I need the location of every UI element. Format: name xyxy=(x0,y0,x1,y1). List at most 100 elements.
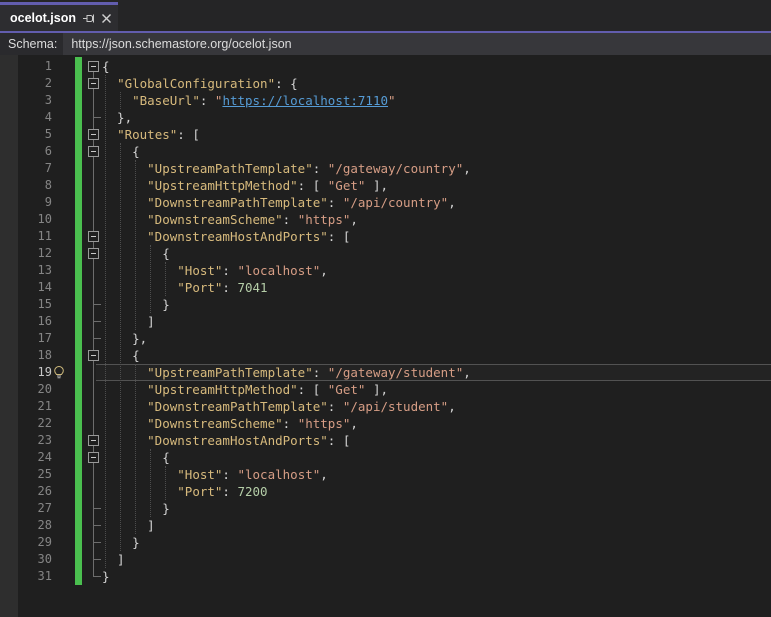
code-line[interactable]: 27 } xyxy=(0,500,771,517)
line-number: 18 xyxy=(37,348,52,362)
code-line[interactable]: 22 "DownstreamScheme": "https", xyxy=(0,415,771,432)
schema-url-combobox[interactable]: https://json.schemastore.org/ocelot.json xyxy=(63,33,771,55)
code-line[interactable]: 6 { xyxy=(0,143,771,160)
code-line[interactable]: 20 "UpstreamHttpMethod": [ "Get" ], xyxy=(0,381,771,398)
code-text: "BaseUrl": "https://localhost:7110" xyxy=(132,93,396,108)
code-line[interactable]: 7 "UpstreamPathTemplate": "/gateway/coun… xyxy=(0,160,771,177)
code-text: }, xyxy=(102,331,148,346)
code-text: "DownstreamHostAndPorts": [ xyxy=(147,229,351,244)
line-number: 16 xyxy=(37,314,52,328)
close-icon[interactable] xyxy=(101,11,112,25)
code-line[interactable]: 18 { xyxy=(0,347,771,364)
code-text: "Host": "localhost", xyxy=(177,263,328,278)
code-text: "Routes": [ xyxy=(117,127,200,142)
pin-icon[interactable] xyxy=(82,11,95,25)
code-text: "UpstreamHttpMethod": [ "Get" ], xyxy=(147,178,388,193)
code-line[interactable]: 16 ] xyxy=(0,313,771,330)
tab-ocelot-json[interactable]: ocelot.json xyxy=(0,2,118,31)
editor-window: ocelot.json Schema: https://json.schemas… xyxy=(0,0,771,617)
code-text: } xyxy=(102,535,140,550)
code-text: } xyxy=(102,297,170,312)
code-line[interactable]: 26 "Port": 7200 xyxy=(0,483,771,500)
code-line[interactable]: 21 "DownstreamPathTemplate": "/api/stude… xyxy=(0,398,771,415)
line-number: 23 xyxy=(37,433,52,447)
line-number: 20 xyxy=(37,382,52,396)
line-number: 3 xyxy=(44,93,52,107)
line-number: 13 xyxy=(37,263,52,277)
tab-bar: ocelot.json xyxy=(0,0,771,31)
code-text: "DownstreamScheme": "https", xyxy=(147,212,358,227)
line-number: 27 xyxy=(37,501,52,515)
code-text: "DownstreamPathTemplate": "/api/student"… xyxy=(147,399,456,414)
code-text: "DownstreamHostAndPorts": [ xyxy=(147,433,351,448)
schema-url: https://json.schemastore.org/ocelot.json xyxy=(71,37,292,51)
code-text: "DownstreamPathTemplate": "/api/country"… xyxy=(147,195,456,210)
code-text: } xyxy=(102,569,110,584)
code-line[interactable]: 24 { xyxy=(0,449,771,466)
code-line[interactable]: 19 "UpstreamPathTemplate": "/gateway/stu… xyxy=(0,364,771,381)
line-number: 12 xyxy=(37,246,52,260)
line-number: 6 xyxy=(44,144,52,158)
line-number: 31 xyxy=(37,569,52,583)
code-line[interactable]: 28 ] xyxy=(0,517,771,534)
schema-label: Schema: xyxy=(8,37,58,51)
line-number: 9 xyxy=(44,195,52,209)
code-text: "UpstreamPathTemplate": "/gateway/countr… xyxy=(147,161,471,176)
line-number: 4 xyxy=(44,110,52,124)
code-line[interactable]: 23 "DownstreamHostAndPorts": [ xyxy=(0,432,771,449)
line-number: 21 xyxy=(37,399,52,413)
code-line[interactable]: 8 "UpstreamHttpMethod": [ "Get" ], xyxy=(0,177,771,194)
code-text: { xyxy=(102,144,140,159)
code-text: "UpstreamHttpMethod": [ "Get" ], xyxy=(147,382,388,397)
code-line[interactable]: 29 } xyxy=(0,534,771,551)
line-number: 1 xyxy=(44,59,52,73)
code-text: ] xyxy=(102,314,155,329)
line-number: 26 xyxy=(37,484,52,498)
line-number: 30 xyxy=(37,552,52,566)
tab-label: ocelot.json xyxy=(10,11,76,25)
code-editor[interactable]: 1{2 "GlobalConfiguration": {3 "BaseUrl":… xyxy=(0,55,771,617)
code-text: { xyxy=(102,246,170,261)
code-text: { xyxy=(102,348,140,363)
code-line[interactable]: 4 }, xyxy=(0,109,771,126)
line-number: 29 xyxy=(37,535,52,549)
code-rows: 1{2 "GlobalConfiguration": {3 "BaseUrl":… xyxy=(0,58,771,585)
code-text: { xyxy=(102,59,110,74)
line-number: 15 xyxy=(37,297,52,311)
code-text: ] xyxy=(102,552,125,567)
line-number: 2 xyxy=(44,76,52,90)
code-line[interactable]: 12 { xyxy=(0,245,771,262)
code-line[interactable]: 3 "BaseUrl": "https://localhost:7110" xyxy=(0,92,771,109)
code-line[interactable]: 2 "GlobalConfiguration": { xyxy=(0,75,771,92)
line-number: 11 xyxy=(37,229,52,243)
code-text: "Port": 7200 xyxy=(177,484,268,499)
code-line[interactable]: 14 "Port": 7041 xyxy=(0,279,771,296)
code-line[interactable]: 1{ xyxy=(0,58,771,75)
line-number: 19 xyxy=(37,365,52,379)
line-number: 5 xyxy=(44,127,52,141)
code-line[interactable]: 11 "DownstreamHostAndPorts": [ xyxy=(0,228,771,245)
line-number: 8 xyxy=(44,178,52,192)
code-text: "Port": 7041 xyxy=(177,280,268,295)
code-line[interactable]: 31} xyxy=(0,568,771,585)
code-line[interactable]: 25 "Host": "localhost", xyxy=(0,466,771,483)
line-number: 7 xyxy=(44,161,52,175)
line-number: 25 xyxy=(37,467,52,481)
code-text: "DownstreamScheme": "https", xyxy=(147,416,358,431)
code-line[interactable]: 9 "DownstreamPathTemplate": "/api/countr… xyxy=(0,194,771,211)
code-line[interactable]: 10 "DownstreamScheme": "https", xyxy=(0,211,771,228)
line-number: 14 xyxy=(37,280,52,294)
code-line[interactable]: 15 } xyxy=(0,296,771,313)
code-text: } xyxy=(102,501,170,516)
code-line[interactable]: 30 ] xyxy=(0,551,771,568)
line-number: 22 xyxy=(37,416,52,430)
code-text: "Host": "localhost", xyxy=(177,467,328,482)
code-line[interactable]: 13 "Host": "localhost", xyxy=(0,262,771,279)
code-text: "GlobalConfiguration": { xyxy=(117,76,298,91)
code-line[interactable]: 5 "Routes": [ xyxy=(0,126,771,143)
code-line[interactable]: 17 }, xyxy=(0,330,771,347)
line-number: 28 xyxy=(37,518,52,532)
line-number: 10 xyxy=(37,212,52,226)
code-text: "UpstreamPathTemplate": "/gateway/studen… xyxy=(147,365,471,380)
schema-bar: Schema: https://json.schemastore.org/oce… xyxy=(0,33,771,55)
